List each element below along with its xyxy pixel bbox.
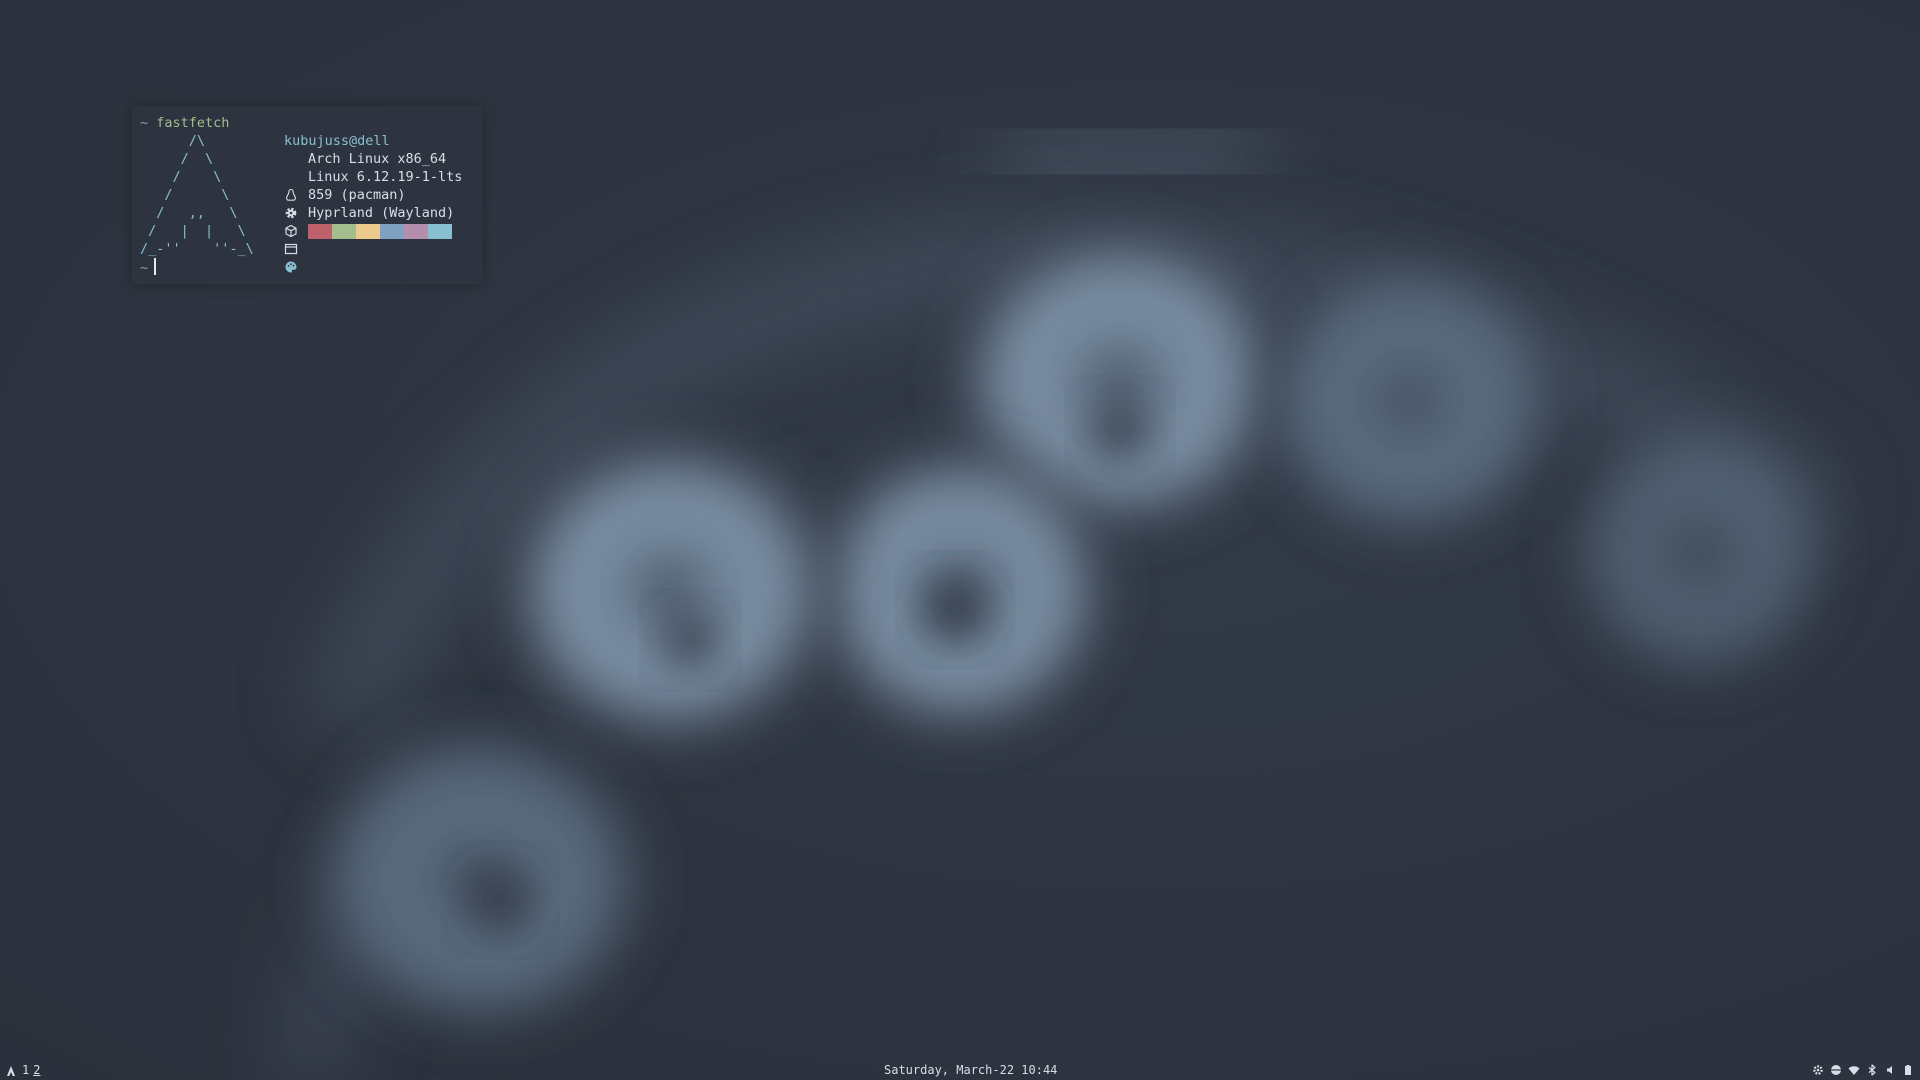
volume-icon[interactable] xyxy=(1884,1064,1896,1076)
clock-text: Saturday, March-22 10:44 xyxy=(884,1063,1058,1077)
terminal-window[interactable]: ~ fastfetch /\ / \ / \ / \ / ,, \ / | | … xyxy=(132,106,482,284)
palette-swatch-green xyxy=(332,223,356,239)
kernel-row: Linux 6.12.19-1-lts xyxy=(284,168,463,219)
palette-swatch-yellow xyxy=(356,223,380,239)
arch-logo-ascii: /\ / \ / \ / \ / ,, \ / | | \ /_-'' ''-_… xyxy=(140,133,254,257)
workspaces: 1 2 xyxy=(6,1063,40,1078)
battery-icon[interactable] xyxy=(1902,1064,1914,1076)
command-line: ~ fastfetch xyxy=(140,114,229,132)
system-info: kubujuss@dell Arch Linux x86_64 Linux 6.… xyxy=(284,132,463,273)
wifi-icon[interactable] xyxy=(1848,1064,1860,1076)
gear-icon xyxy=(284,170,298,219)
tux-icon xyxy=(284,152,298,201)
user-host: kubujuss@dell xyxy=(284,133,390,149)
globe-icon[interactable] xyxy=(1830,1064,1842,1076)
calendar-icon xyxy=(868,1065,880,1077)
package-icon xyxy=(284,188,298,238)
desktop: ~ fastfetch /\ / \ / \ / \ / ,, \ / | | … xyxy=(0,0,1920,1080)
packages-value: 859 (pacman) xyxy=(308,187,406,203)
clock[interactable]: Saturday, March-22 10:44 xyxy=(868,1063,1057,1078)
bluetooth-icon[interactable] xyxy=(1866,1064,1878,1076)
os-value: Arch Linux x86_64 xyxy=(308,151,447,167)
workspace-1[interactable]: 1 xyxy=(22,1063,29,1078)
prompt-symbol: ~ xyxy=(140,115,149,131)
palette-swatch-blue xyxy=(380,223,404,239)
color-palette xyxy=(308,223,452,239)
palette-row xyxy=(284,222,462,273)
arch-icon[interactable] xyxy=(6,1065,18,1077)
wm-row: Hyprland (Wayland) xyxy=(284,204,462,255)
text-cursor xyxy=(154,258,157,275)
palette-swatch-magenta xyxy=(404,223,428,239)
system-tray xyxy=(1812,1064,1914,1076)
palette-icon xyxy=(284,224,298,273)
settings-icon[interactable] xyxy=(1812,1064,1824,1076)
kernel-value: Linux 6.12.19-1-lts xyxy=(308,169,463,185)
os-row: Arch Linux x86_64 xyxy=(284,150,462,201)
input-prompt[interactable]: ~ xyxy=(140,258,157,277)
workspace-2[interactable]: 2 xyxy=(33,1063,40,1078)
packages-row: 859 (pacman) xyxy=(284,186,462,238)
user-host-row: kubujuss@dell xyxy=(284,132,462,150)
palette-swatch-cyan xyxy=(428,223,452,239)
status-bar: 1 2 Saturday, March-22 10:44 xyxy=(0,1061,1920,1080)
command-text: fastfetch xyxy=(156,115,230,131)
window-icon xyxy=(284,206,298,255)
prompt-symbol-2: ~ xyxy=(140,260,149,276)
wm-value: Hyprland (Wayland) xyxy=(308,205,455,221)
palette-swatch-red xyxy=(308,223,332,239)
